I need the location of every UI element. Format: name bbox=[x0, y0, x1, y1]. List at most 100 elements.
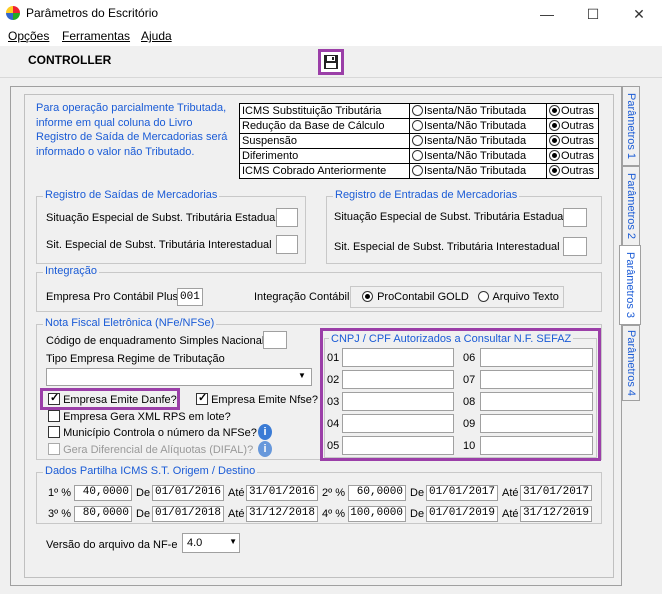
cnpj-input[interactable] bbox=[342, 436, 454, 455]
close-button[interactable]: ✕ bbox=[616, 0, 662, 28]
outras-radio[interactable]: Outras bbox=[546, 133, 599, 149]
outras-label: Outras bbox=[561, 135, 595, 147]
cnpj-number: 10 bbox=[463, 440, 476, 452]
radio-empty-icon bbox=[412, 135, 423, 146]
cnpj-input[interactable] bbox=[342, 348, 454, 367]
versao-value: 4.0 bbox=[187, 537, 203, 549]
radio-empty-icon bbox=[478, 291, 489, 302]
entradas-estadual-input[interactable] bbox=[563, 208, 587, 227]
empresa-pro-input[interactable]: 001 bbox=[177, 288, 203, 306]
saidas-interestadual-label: Sit. Especial de Subst. Tributária Inter… bbox=[46, 239, 272, 251]
partilha-ate-input[interactable]: 31/12/2018 bbox=[246, 506, 318, 522]
menu-ferramentas[interactable]: Ferramentas bbox=[62, 29, 130, 43]
save-button[interactable] bbox=[318, 49, 344, 75]
cnpj-input[interactable] bbox=[480, 392, 593, 411]
partilha-percent-input[interactable]: 80,0000 bbox=[74, 506, 132, 522]
partilha-label: 3º % bbox=[48, 508, 71, 520]
outras-radio[interactable]: Outras bbox=[546, 103, 599, 119]
cnpj-number: 06 bbox=[463, 352, 476, 364]
xml-rps-checkbox[interactable]: Empresa Gera XML RPS em lote? bbox=[48, 410, 231, 423]
tipo-regime-select[interactable]: ▼ bbox=[46, 368, 312, 386]
nfe-title: Nota Fiscal Eletrônica (NFe/NFSe) bbox=[43, 317, 217, 329]
outras-radio[interactable]: Outras bbox=[546, 118, 599, 134]
cnpj-input[interactable] bbox=[480, 370, 593, 389]
info-icon[interactable]: i bbox=[258, 441, 272, 457]
saidas-estadual-input[interactable] bbox=[276, 208, 298, 227]
entradas-title: Registro de Entradas de Mercadorias bbox=[333, 189, 520, 201]
partilha-de-input[interactable]: 01/01/2018 bbox=[152, 506, 224, 522]
cnpj-input[interactable] bbox=[480, 348, 593, 367]
maximize-button[interactable]: ☐ bbox=[570, 0, 616, 28]
cnpj-number: 01 bbox=[327, 352, 340, 364]
partilha-ate-input[interactable]: 31/01/2016 bbox=[246, 485, 318, 501]
isenta-radio[interactable]: Isenta/Não Tributada bbox=[409, 118, 547, 134]
cnpj-input[interactable] bbox=[342, 392, 454, 411]
outras-radio[interactable]: Outras bbox=[546, 163, 599, 179]
info-icon[interactable]: i bbox=[258, 424, 272, 440]
isenta-label: Isenta/Não Tributada bbox=[424, 120, 527, 132]
cnpj-number: 04 bbox=[327, 418, 340, 430]
partilha-percent-input[interactable]: 100,0000 bbox=[348, 506, 406, 522]
isenta-radio[interactable]: Isenta/Não Tributada bbox=[409, 163, 547, 179]
partilha-de-input[interactable]: 01/01/2017 bbox=[426, 485, 498, 501]
arquivo-texto-label: Arquivo Texto bbox=[492, 291, 559, 303]
outras-label: Outras bbox=[561, 105, 595, 117]
procontabil-gold-radio[interactable]: ProContabil GOLD bbox=[362, 291, 469, 303]
difal-checkbox[interactable]: Gera Diferencial de Alíquotas (DIFAL)? bbox=[48, 443, 253, 456]
tab-parametros-1[interactable]: Parâmetros 1 bbox=[622, 86, 640, 166]
entradas-interestadual-label: Sit. Especial de Subst. Tributária Inter… bbox=[334, 241, 560, 253]
partilha-percent-input[interactable]: 60,0000 bbox=[348, 485, 406, 501]
isenta-label: Isenta/Não Tributada bbox=[424, 135, 527, 147]
partilha-ate-input[interactable]: 31/01/2017 bbox=[520, 485, 592, 501]
simples-input[interactable] bbox=[263, 331, 287, 349]
cnpj-input[interactable] bbox=[480, 436, 593, 455]
tab-label: Parâmetros 3 bbox=[624, 251, 636, 319]
menu-ajuda[interactable]: Ajuda bbox=[141, 29, 172, 43]
app-icon bbox=[6, 6, 20, 20]
danfe-checkbox[interactable]: Empresa Emite Danfe? bbox=[48, 391, 177, 406]
entradas-interestadual-input[interactable] bbox=[563, 237, 587, 256]
partilha-label: 4º % bbox=[322, 508, 345, 520]
menu-opcoes[interactable]: Opções bbox=[8, 29, 49, 43]
cnpj-number: 05 bbox=[327, 440, 340, 452]
cnpj-number: 03 bbox=[327, 396, 340, 408]
versao-label: Versão do arquivo da NF-e bbox=[46, 539, 178, 551]
isenta-radio[interactable]: Isenta/Não Tributada bbox=[409, 133, 547, 149]
saidas-interestadual-input[interactable] bbox=[276, 235, 298, 254]
radio-dot-icon bbox=[549, 135, 560, 146]
dropdown-arrow-icon: ▼ bbox=[229, 537, 237, 546]
st-note: Para operação parcialmente Tributada, in… bbox=[36, 102, 228, 158]
tab-parametros-2[interactable]: Parâmetros 2 bbox=[622, 166, 640, 246]
arquivo-texto-radio[interactable]: Arquivo Texto bbox=[478, 291, 559, 303]
isenta-label: Isenta/Não Tributada bbox=[424, 165, 527, 177]
xml-rps-label: Empresa Gera XML RPS em lote? bbox=[63, 411, 231, 423]
outras-label: Outras bbox=[561, 165, 595, 177]
outras-radio[interactable]: Outras bbox=[546, 148, 599, 164]
floppy-disk-icon bbox=[324, 55, 338, 69]
partilha-ate-input[interactable]: 31/12/2019 bbox=[520, 506, 592, 522]
partilha-label: 1º % bbox=[48, 487, 71, 499]
cnpj-input[interactable] bbox=[480, 414, 593, 433]
minimize-button[interactable]: — bbox=[524, 0, 570, 28]
partilha-de-input[interactable]: 01/01/2016 bbox=[152, 485, 224, 501]
partilha-percent-input[interactable]: 40,0000 bbox=[74, 485, 132, 501]
partilha-de-input[interactable]: 01/01/2019 bbox=[426, 506, 498, 522]
cnpj-number: 07 bbox=[463, 374, 476, 386]
isenta-radio[interactable]: Isenta/Não Tributada bbox=[409, 103, 547, 119]
st-row-label: Redução da Base de Cálculo bbox=[239, 118, 410, 134]
title-bar: Parâmetros do Escritório — ☐ ✕ bbox=[0, 0, 662, 28]
tab-parametros-4[interactable]: Parâmetros 4 bbox=[622, 325, 640, 401]
nfse-checkbox[interactable]: Empresa Emite Nfse? bbox=[196, 391, 318, 406]
st-row-label: Diferimento bbox=[239, 148, 410, 164]
isenta-radio[interactable]: Isenta/Não Tributada bbox=[409, 148, 547, 164]
empresa-pro-label: Empresa Pro Contábil Plus bbox=[46, 291, 179, 303]
outras-label: Outras bbox=[561, 150, 595, 162]
cnpj-input[interactable] bbox=[342, 370, 454, 389]
tab-parametros-3[interactable]: Parâmetros 3 bbox=[619, 245, 641, 325]
outras-label: Outras bbox=[561, 120, 595, 132]
versao-select[interactable]: 4.0 ▼ bbox=[182, 533, 240, 553]
cnpj-input[interactable] bbox=[342, 414, 454, 433]
checkbox-icon bbox=[48, 410, 60, 422]
municipio-checkbox[interactable]: Município Controla o número da NFSe? bbox=[48, 426, 257, 439]
difal-label: Gera Diferencial de Alíquotas (DIFAL)? bbox=[63, 444, 254, 456]
